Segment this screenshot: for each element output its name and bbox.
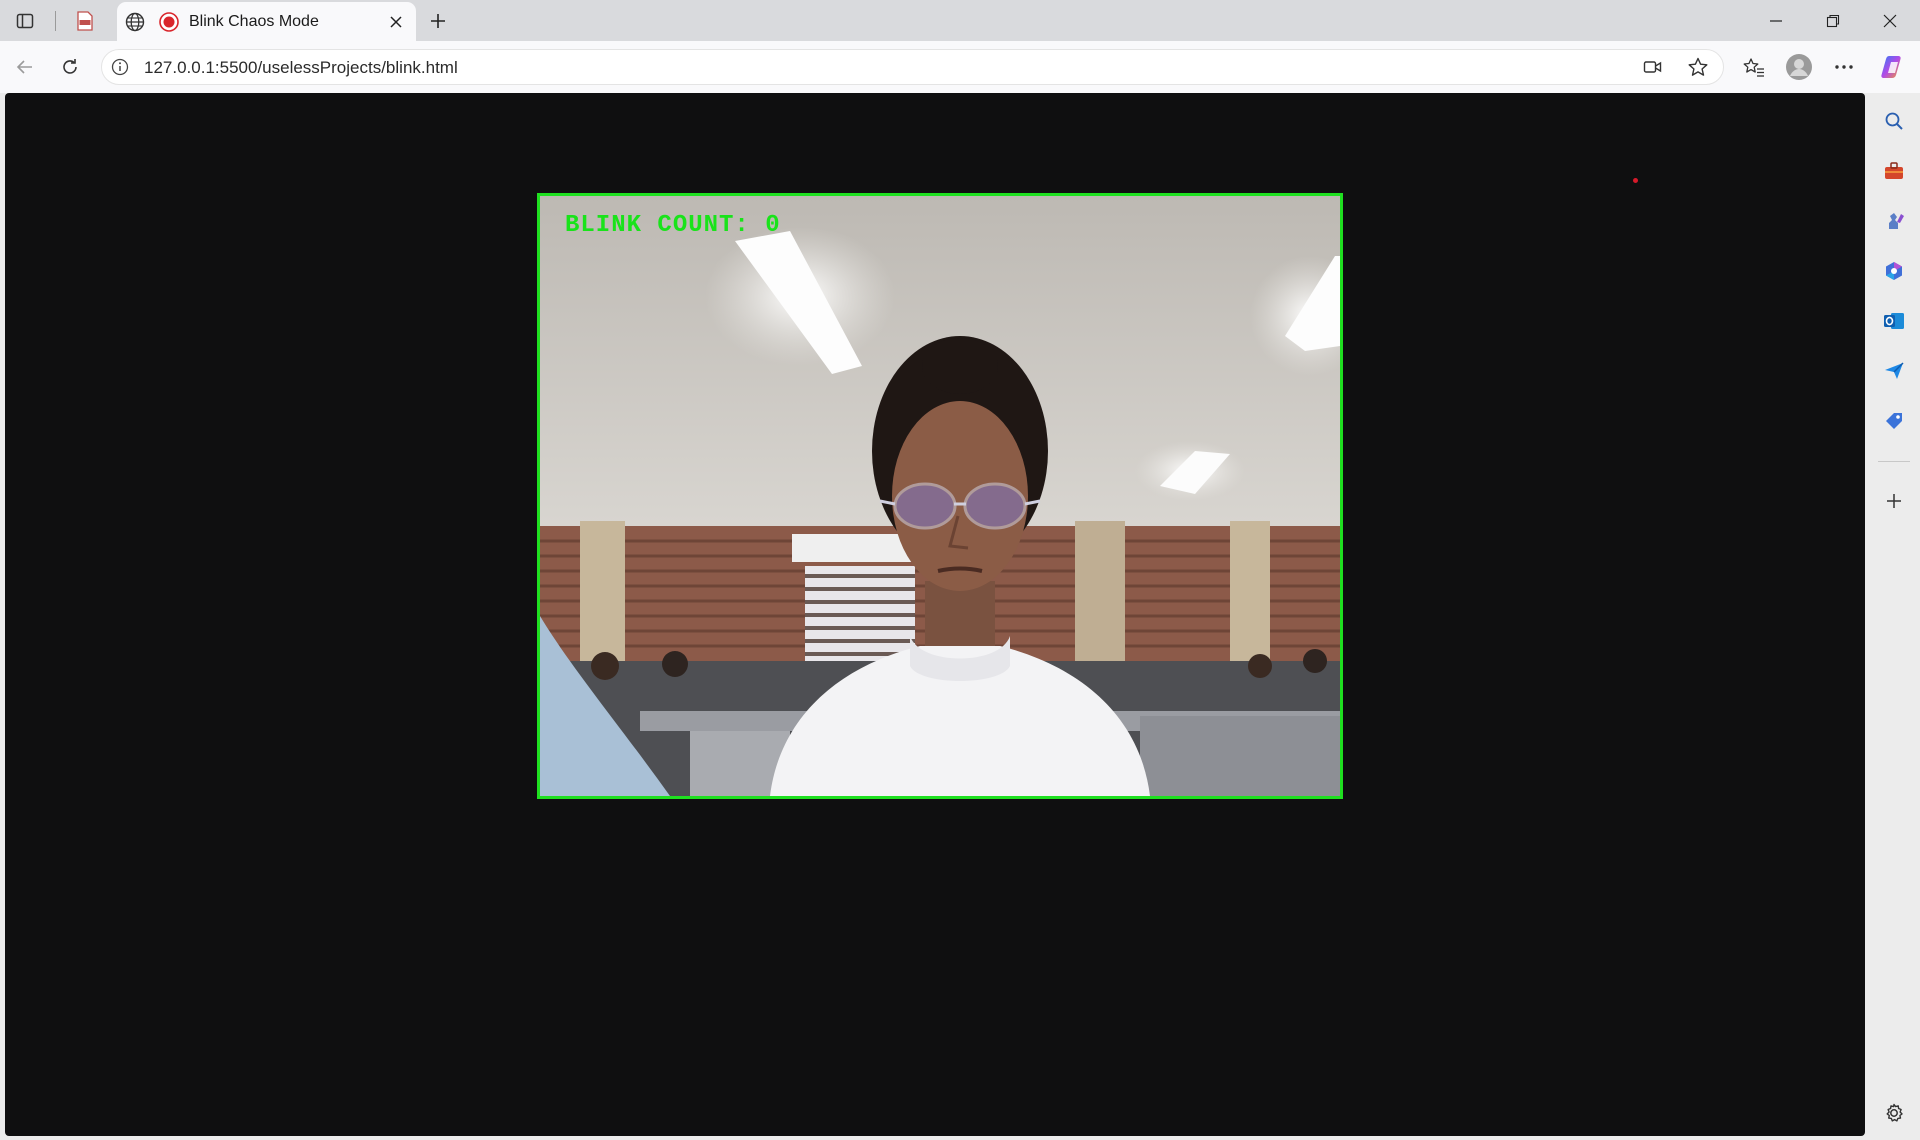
outlook-icon[interactable]	[1876, 303, 1912, 339]
info-icon[interactable]	[111, 58, 129, 81]
close-icon[interactable]	[385, 11, 407, 33]
games-icon[interactable]	[1876, 203, 1912, 239]
copilot-icon[interactable]	[1875, 49, 1911, 85]
webcam-frame	[540, 196, 1340, 796]
close-window-icon[interactable]	[1862, 0, 1918, 41]
blink-count-label: BLINK COUNT: 0	[565, 212, 781, 239]
tab-strip: Blink Chaos Mode	[0, 0, 1920, 41]
address-bar[interactable]: 127.0.0.1:5500/uselessProjects/blink.htm…	[101, 49, 1724, 85]
sidebar-toggle-icon[interactable]	[10, 6, 40, 36]
back-icon[interactable]	[7, 49, 43, 85]
webcam-video: BLINK COUNT: 0	[537, 193, 1343, 799]
toolbox-icon[interactable]	[1876, 153, 1912, 189]
camera-icon[interactable]	[1643, 58, 1663, 81]
tab-divider	[55, 11, 56, 31]
restore-icon[interactable]	[1805, 0, 1861, 41]
page-viewport: BLINK COUNT: 0	[5, 93, 1865, 1136]
active-tab[interactable]: Blink Chaos Mode	[117, 2, 416, 41]
settings-icon[interactable]	[1876, 1095, 1912, 1131]
plus-icon[interactable]	[1876, 483, 1912, 519]
star-icon[interactable]	[1687, 56, 1709, 83]
browser-toolbar: 127.0.0.1:5500/uselessProjects/blink.htm…	[0, 41, 1920, 93]
tag-icon[interactable]	[1876, 403, 1912, 439]
plus-icon[interactable]	[423, 6, 453, 36]
tab-title: Blink Chaos Mode	[189, 13, 319, 30]
microsoft365-icon[interactable]	[1876, 253, 1912, 289]
pdf-icon[interactable]	[70, 6, 100, 36]
globe-icon	[124, 11, 146, 38]
cursor-dot	[1633, 178, 1638, 183]
search-icon[interactable]	[1876, 103, 1912, 139]
profile-icon[interactable]	[1781, 49, 1817, 85]
sidebar-divider	[1878, 461, 1910, 462]
more-icon[interactable]	[1826, 49, 1862, 85]
minimize-icon[interactable]	[1748, 0, 1804, 41]
refresh-icon[interactable]	[52, 49, 88, 85]
edge-sidebar	[1868, 93, 1920, 1140]
send-icon[interactable]	[1876, 353, 1912, 389]
favorites-icon[interactable]	[1736, 49, 1772, 85]
record-icon	[159, 12, 179, 37]
url-text: 127.0.0.1:5500/uselessProjects/blink.htm…	[144, 58, 458, 77]
